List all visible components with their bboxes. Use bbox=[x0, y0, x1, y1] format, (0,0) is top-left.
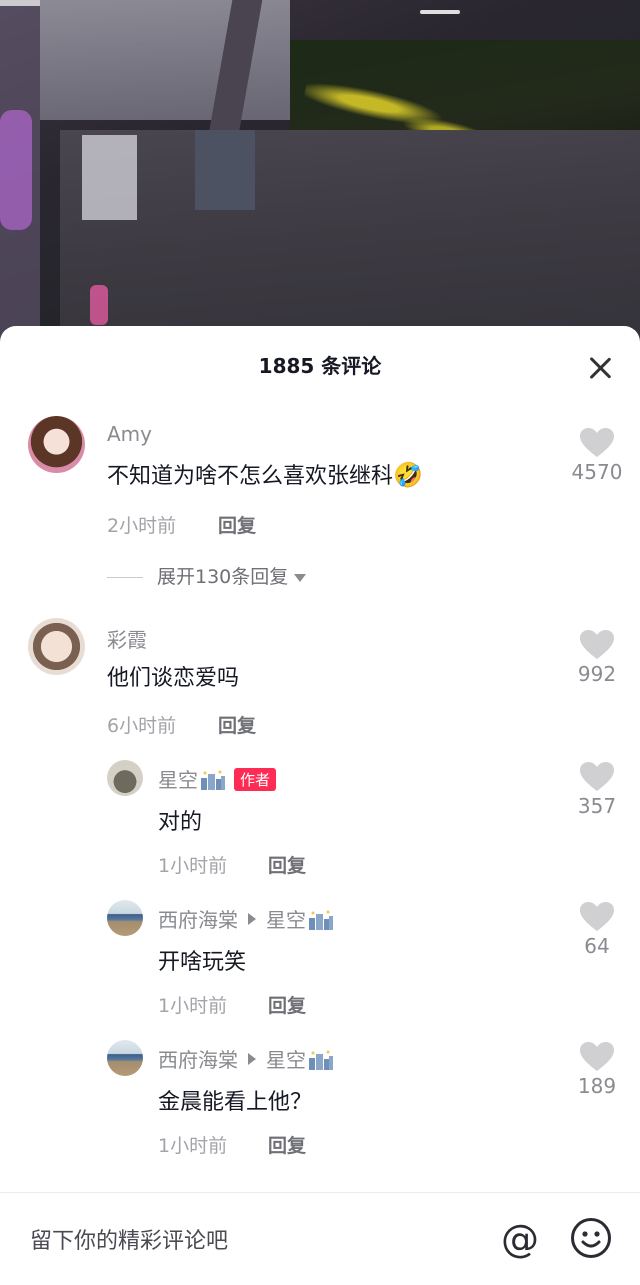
heart-icon bbox=[580, 630, 614, 659]
avatar[interactable] bbox=[28, 618, 85, 675]
city-emoji-icon bbox=[309, 1050, 333, 1070]
like-button[interactable]: 992 bbox=[562, 630, 632, 686]
reply-text: 对的 bbox=[158, 810, 203, 835]
reply-time: 1小时前 bbox=[158, 995, 228, 1017]
reply-time: 1小时前 bbox=[158, 1135, 228, 1157]
avatar[interactable] bbox=[28, 416, 85, 473]
video-corner-mark bbox=[0, 0, 40, 6]
reply-button[interactable]: 回复 bbox=[268, 851, 306, 878]
comment-time: 6小时前 bbox=[107, 715, 177, 737]
reply-arrow-icon bbox=[248, 1053, 256, 1065]
video-scene-neon bbox=[90, 285, 108, 325]
reply-button[interactable]: 回复 bbox=[218, 511, 256, 538]
reply-button[interactable]: 回复 bbox=[268, 1131, 306, 1158]
avatar[interactable] bbox=[107, 1040, 143, 1076]
laughing-emoji-icon: 🤣 bbox=[393, 461, 423, 489]
comment-text-body: 不知道为啥不怎么喜欢张继科 bbox=[107, 464, 394, 489]
close-icon[interactable] bbox=[586, 354, 614, 382]
comment-username[interactable]: 彩霞 bbox=[107, 624, 147, 653]
emoji-icon[interactable] bbox=[570, 1217, 612, 1259]
author-badge: 作者 bbox=[234, 768, 277, 791]
divider bbox=[107, 577, 143, 578]
comment-item[interactable]: 彩霞 他们谈恋爱吗 6小时前 回复 992 bbox=[0, 616, 640, 746]
reply-username[interactable]: 西府海棠 星空 bbox=[158, 1044, 334, 1073]
like-button[interactable]: 189 bbox=[562, 1042, 632, 1098]
reply-username[interactable]: 星空 作者 bbox=[158, 764, 277, 793]
heart-icon bbox=[580, 902, 614, 931]
like-count: 189 bbox=[577, 1074, 617, 1098]
reply-item[interactable]: 星空 作者 对的 1小时前 回复 357 bbox=[0, 758, 640, 888]
video-scene-post bbox=[195, 130, 255, 210]
comment-text: 他们谈恋爱吗 bbox=[107, 666, 240, 691]
video-scene-box bbox=[82, 135, 137, 220]
reply-text: 金晨能看上他？ bbox=[158, 1090, 313, 1115]
comment-item[interactable]: Amy 不知道为啥不怎么喜欢张继科🤣 2小时前 回复 4570 展开130条回复 bbox=[0, 414, 640, 594]
reply-item[interactable]: 西府海棠 星空 开啥玩笑 1小时前 回复 64 bbox=[0, 898, 640, 1028]
panel-header: 1885 条评论 bbox=[0, 326, 640, 400]
like-count: 992 bbox=[577, 662, 617, 686]
heart-icon bbox=[580, 1042, 614, 1071]
like-count: 357 bbox=[577, 794, 617, 818]
reply-to-username: 星空 bbox=[266, 1048, 306, 1072]
like-count: 64 bbox=[584, 934, 610, 958]
reply-username-text: 星空 bbox=[158, 768, 198, 792]
comment-username[interactable]: Amy bbox=[107, 422, 152, 446]
comment-input-bar: 留下你的精彩评论吧 @ bbox=[0, 1192, 640, 1285]
video-scene-person bbox=[0, 110, 32, 230]
comment-count-title: 1885 条评论 bbox=[258, 354, 382, 378]
avatar[interactable] bbox=[107, 900, 143, 936]
city-emoji-icon bbox=[309, 910, 333, 930]
heart-icon bbox=[580, 428, 614, 457]
expand-replies-button[interactable]: 展开130条回复 bbox=[107, 562, 307, 589]
reply-text: 开啥玩笑 bbox=[158, 950, 247, 975]
expand-replies-label: 展开130条回复 bbox=[157, 566, 289, 588]
reply-username-text: 西府海棠 bbox=[158, 908, 238, 932]
comment-text: 不知道为啥不怎么喜欢张继科🤣 bbox=[107, 458, 423, 490]
video-scene-floor bbox=[60, 130, 640, 340]
video-progress-indicator bbox=[420, 10, 460, 14]
reply-username[interactable]: 西府海棠 星空 bbox=[158, 904, 334, 933]
at-icon[interactable]: @ bbox=[498, 1217, 542, 1261]
like-button[interactable]: 357 bbox=[562, 762, 632, 818]
reply-button[interactable]: 回复 bbox=[268, 991, 306, 1018]
like-button[interactable]: 4570 bbox=[562, 428, 632, 484]
chevron-down-icon bbox=[294, 573, 307, 582]
comment-panel: 1885 条评论 Amy 不知道为啥不怎么喜欢张继科🤣 2小时前 回复 4570… bbox=[0, 326, 640, 1285]
reply-to-username: 星空 bbox=[266, 908, 306, 932]
comment-time: 2小时前 bbox=[107, 515, 177, 537]
reply-button[interactable]: 回复 bbox=[218, 711, 256, 738]
city-emoji-icon bbox=[201, 770, 225, 790]
like-count: 4570 bbox=[571, 460, 623, 484]
reply-item[interactable]: 西府海棠 星空 金晨能看上他？ 1小时前 回复 189 bbox=[0, 1038, 640, 1168]
video-background[interactable] bbox=[0, 0, 640, 340]
heart-icon bbox=[580, 762, 614, 791]
like-button[interactable]: 64 bbox=[562, 902, 632, 958]
reply-time: 1小时前 bbox=[158, 855, 228, 877]
reply-username-text: 西府海棠 bbox=[158, 1048, 238, 1072]
avatar[interactable] bbox=[107, 760, 143, 796]
comment-input[interactable]: 留下你的精彩评论吧 bbox=[30, 1223, 228, 1255]
reply-arrow-icon bbox=[248, 913, 256, 925]
